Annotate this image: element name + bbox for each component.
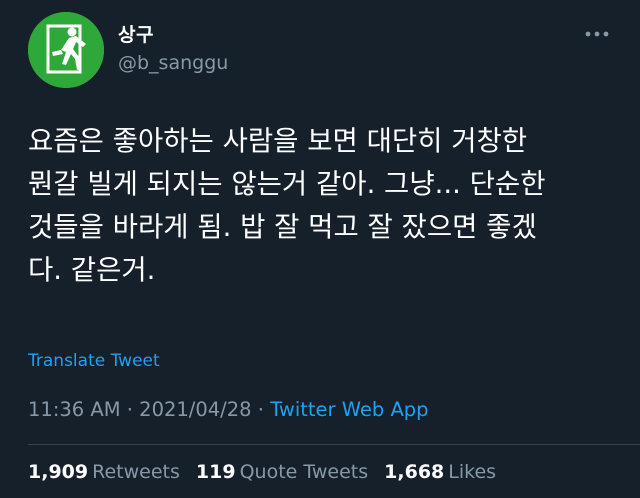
running-man-exit-sign-icon	[28, 12, 104, 88]
meta-separator: ·	[120, 398, 140, 421]
retweets-count: 1,909	[28, 461, 89, 483]
tweet-text-line: 뭔갈 빌게 되지는 않는거 같아. 그냥... 단순한	[28, 168, 546, 200]
user-handle[interactable]: @b_sanggu	[118, 52, 228, 74]
more-horizontal-icon	[585, 31, 609, 37]
meta-separator: ·	[251, 398, 271, 421]
retweets-stat[interactable]: 1,909 Retweets	[28, 461, 180, 483]
retweets-label: Retweets	[92, 461, 180, 483]
likes-label: Likes	[448, 461, 497, 483]
tweet-text-line: 것들을 바라게 됨. 밥 잘 먹고 잘 잤으면 좋겠	[28, 211, 537, 243]
tweet-text-line: 요즘은 좋아하는 사람을 보면 대단히 거창한	[28, 125, 528, 157]
quote-tweets-stat[interactable]: 119 Quote Tweets	[196, 461, 368, 483]
quote-tweets-label: Quote Tweets	[239, 461, 369, 483]
likes-stat[interactable]: 1,668 Likes	[384, 461, 496, 483]
tweet-detail: 상구 @b_sanggu 요즘은 좋아하는 사람을 보면 대단히 거창한 뭔갈 …	[0, 0, 640, 498]
tweet-text-line: 다. 같은거.	[28, 254, 156, 286]
avatar[interactable]	[28, 12, 104, 88]
tweet-source-link[interactable]: Twitter Web App	[270, 398, 428, 421]
display-name[interactable]: 상구	[118, 20, 154, 47]
quote-tweets-count: 119	[195, 461, 236, 483]
divider	[28, 444, 640, 445]
tweet-text: 요즘은 좋아하는 사람을 보면 대단히 거창한 뭔갈 빌게 되지는 않는거 같아…	[28, 120, 618, 292]
tweet-meta: 11:36 AM · 2021/04/28 · Twitter Web App	[28, 398, 429, 421]
tweet-date[interactable]: 2021/04/28	[139, 398, 251, 421]
translate-tweet-link[interactable]: Translate Tweet	[28, 351, 160, 371]
likes-count: 1,668	[384, 461, 445, 483]
more-options-button[interactable]	[582, 24, 612, 44]
tweet-stats: 1,909 Retweets 119 Quote Tweets 1,668 Likes	[28, 461, 506, 483]
tweet-time[interactable]: 11:36 AM	[28, 398, 121, 421]
